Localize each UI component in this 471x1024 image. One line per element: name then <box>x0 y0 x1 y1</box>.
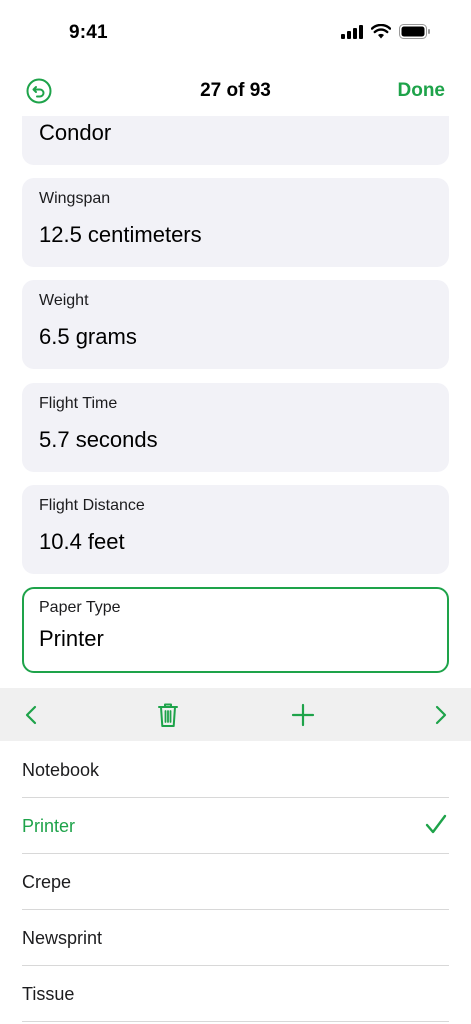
option-label: Crepe <box>22 872 72 892</box>
field-value: Printer <box>39 626 104 651</box>
paper-type-picker: Notebook Printer Crepe Newsprint Tissue <box>0 742 471 1024</box>
option-label: Tissue <box>22 984 75 1004</box>
option-label: Notebook <box>22 760 100 780</box>
option-newsprint[interactable]: Newsprint <box>22 910 449 966</box>
chevron-left-icon[interactable] <box>18 701 46 729</box>
chevron-right-icon[interactable] <box>426 701 454 729</box>
plus-icon[interactable] <box>289 701 317 729</box>
trash-icon[interactable] <box>154 701 182 729</box>
option-printer[interactable]: Printer <box>22 798 449 854</box>
checkmark-icon <box>425 814 447 834</box>
field-card-flight-distance[interactable]: Flight Distance 10.4 feet <box>22 485 449 574</box>
status-time: 9:41 <box>69 22 108 43</box>
field-value: Condor <box>39 120 112 145</box>
field-label: Flight Distance <box>39 497 145 514</box>
field-card-paper-type[interactable]: Paper Type Printer <box>22 587 449 673</box>
field-value: 12.5 centimeters <box>39 222 202 247</box>
field-card-wingspan[interactable]: Wingspan 12.5 centimeters <box>22 178 449 267</box>
field-label: Flight Time <box>39 395 118 412</box>
cellular-signal-icon <box>341 24 363 39</box>
wifi-icon <box>371 24 391 39</box>
done-button[interactable]: Done <box>398 80 446 102</box>
form-area: Condor Wingspan 12.5 centimeters Weight … <box>0 116 471 688</box>
option-label: Printer <box>22 816 76 836</box>
status-icons <box>341 24 431 39</box>
option-notebook[interactable]: Notebook <box>22 742 449 798</box>
nav-bar: 27 of 93 Done <box>0 64 471 116</box>
field-card-weight[interactable]: Weight 6.5 grams <box>22 280 449 369</box>
field-label: Weight <box>39 292 89 309</box>
field-label: Paper Type <box>39 599 121 616</box>
field-value: 10.4 feet <box>39 529 125 554</box>
option-crepe[interactable]: Crepe <box>22 854 449 910</box>
battery-icon <box>399 24 430 39</box>
status-bar: 9:41 <box>0 0 471 60</box>
input-toolbar <box>0 688 471 741</box>
field-card-name[interactable]: Condor <box>22 116 449 165</box>
field-value: 6.5 grams <box>39 324 137 349</box>
field-card-flight-time[interactable]: Flight Time 5.7 seconds <box>22 383 449 472</box>
field-label: Wingspan <box>39 190 111 207</box>
option-label: Newsprint <box>22 928 103 948</box>
field-value: 5.7 seconds <box>39 427 158 452</box>
option-tissue[interactable]: Tissue <box>22 966 449 1022</box>
